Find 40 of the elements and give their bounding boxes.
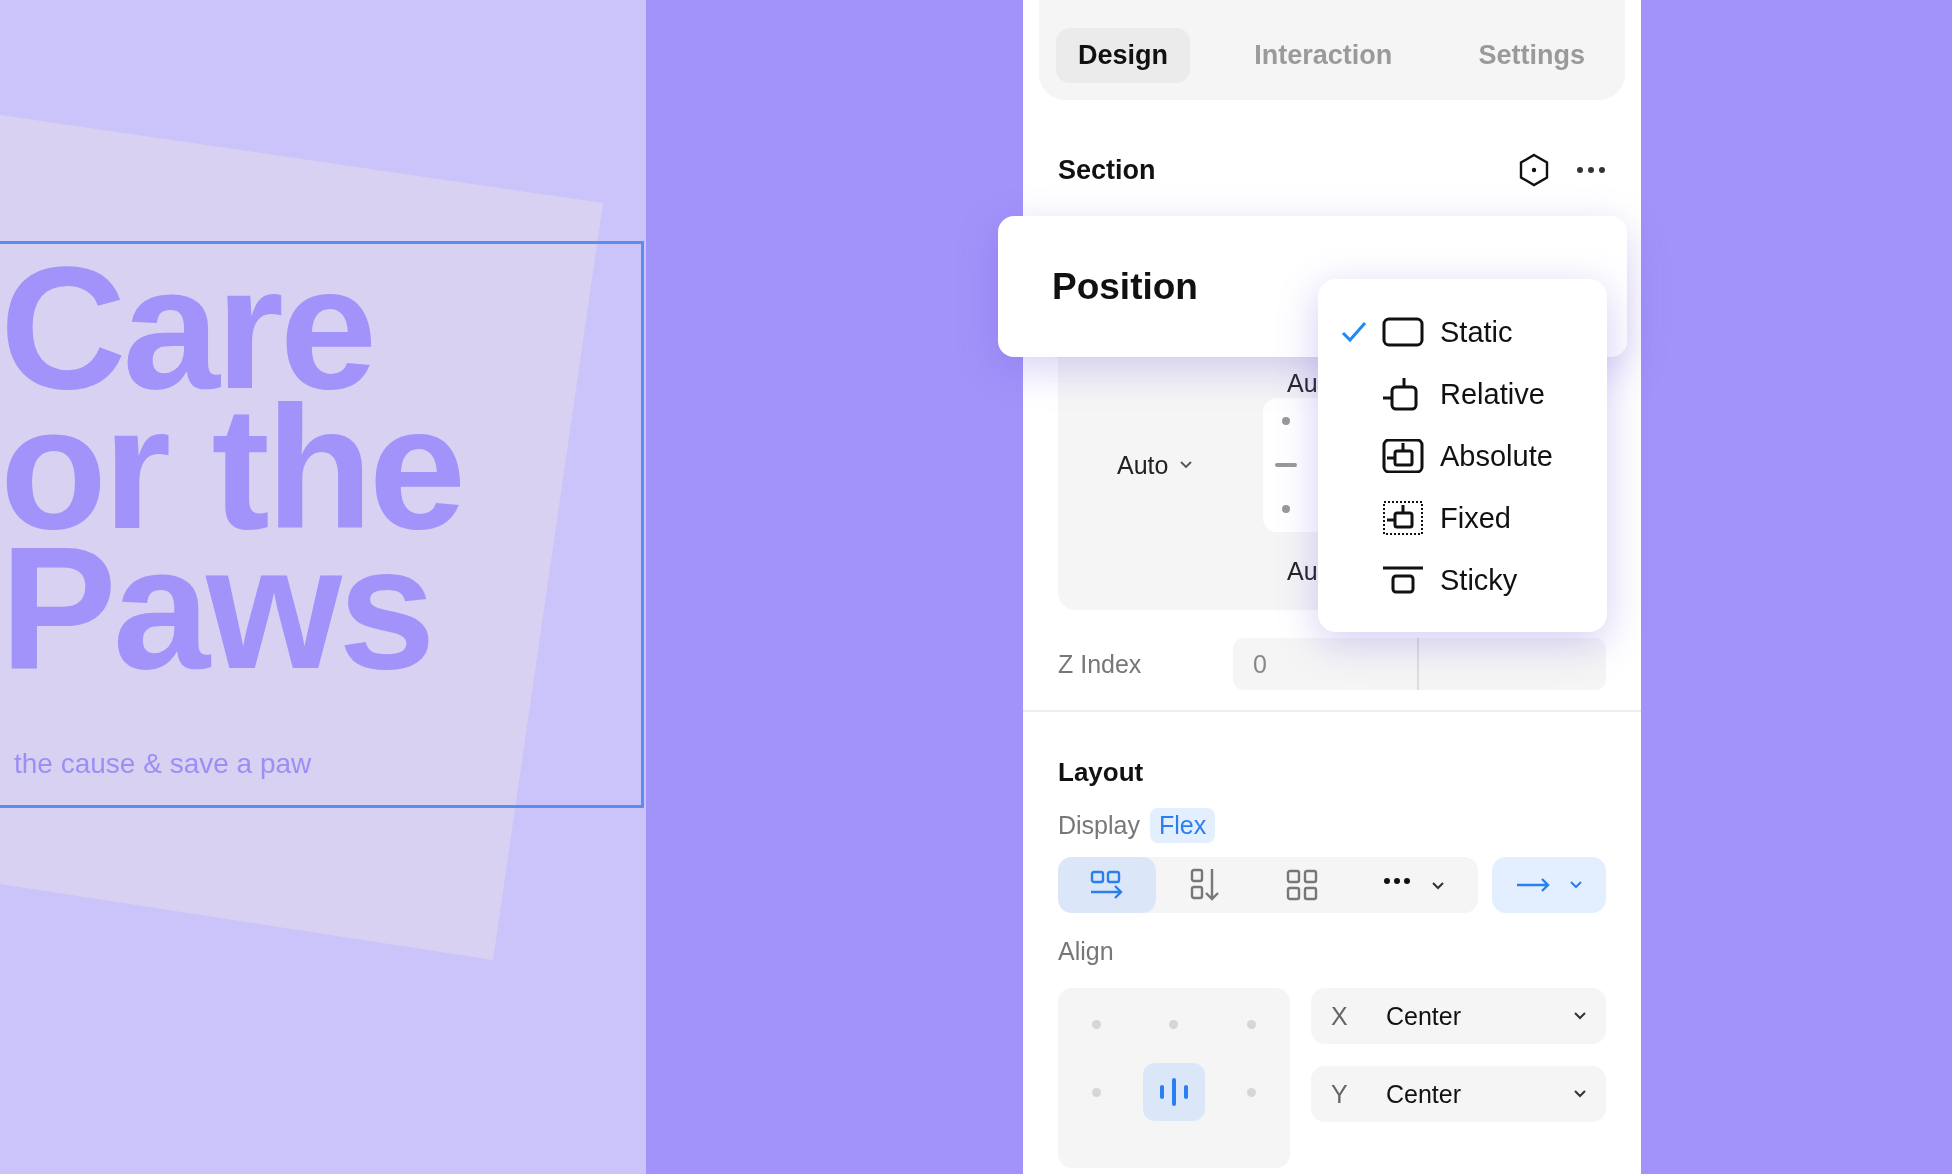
column-layout-icon: [1189, 868, 1220, 902]
chevron-down-icon: [1570, 881, 1582, 889]
arrow-right-icon: [1516, 877, 1550, 893]
center-align-icon: [1158, 1077, 1190, 1107]
align-label: Align: [1058, 937, 1115, 966]
chevron-down-icon: [1180, 461, 1193, 469]
align-dropdown[interactable]: Y Center: [1311, 1066, 1606, 1122]
menu-item[interactable]: Sticky: [1318, 549, 1607, 611]
grid-layout-icon: [1286, 869, 1319, 901]
z-index-label: Z Index: [1058, 649, 1143, 679]
z-index-field[interactable]: 0: [1233, 638, 1606, 690]
display-label: Display: [1058, 811, 1140, 840]
section-title: Section: [1058, 154, 1156, 186]
headline: Care or the Paws: [0, 258, 463, 678]
absolute-position-icon: [1382, 439, 1424, 473]
alignment-option[interactable]: [1143, 1063, 1205, 1121]
more-icon[interactable]: [1576, 166, 1606, 174]
direction-dropdown[interactable]: [1492, 857, 1606, 913]
alignment-dot[interactable]: [1246, 1087, 1256, 1097]
menu-item[interactable]: Relative: [1318, 363, 1607, 425]
alignment-dot[interactable]: [1169, 1019, 1179, 1029]
menu-item[interactable]: Absolute: [1318, 425, 1607, 487]
chevron-down-icon: [1574, 1012, 1586, 1020]
fixed-position-icon: [1382, 501, 1424, 535]
static-position-icon: [1382, 315, 1424, 349]
hexagon-icon[interactable]: [1518, 153, 1550, 187]
alignment-dot[interactable]: [1092, 1087, 1102, 1097]
tab[interactable]: Design: [1056, 27, 1191, 83]
chevron-down-icon: [1574, 1090, 1586, 1098]
alignment-dot[interactable]: [1246, 1019, 1256, 1029]
spacing-dropdown[interactable]: Auto: [1117, 450, 1238, 480]
tagline: the cause & save a paw: [14, 748, 312, 780]
align-dropdown[interactable]: X Center: [1311, 988, 1606, 1044]
layout-title: Layout: [1058, 757, 1145, 788]
menu-item[interactable]: Fixed: [1318, 487, 1607, 549]
alignment-dot[interactable]: [1092, 1019, 1102, 1029]
layout-mode-button[interactable]: [1058, 857, 1156, 913]
menu-item[interactable]: Static: [1318, 301, 1607, 363]
popup-title: Position: [1052, 265, 1198, 308]
row-layout-icon: [1089, 870, 1124, 900]
